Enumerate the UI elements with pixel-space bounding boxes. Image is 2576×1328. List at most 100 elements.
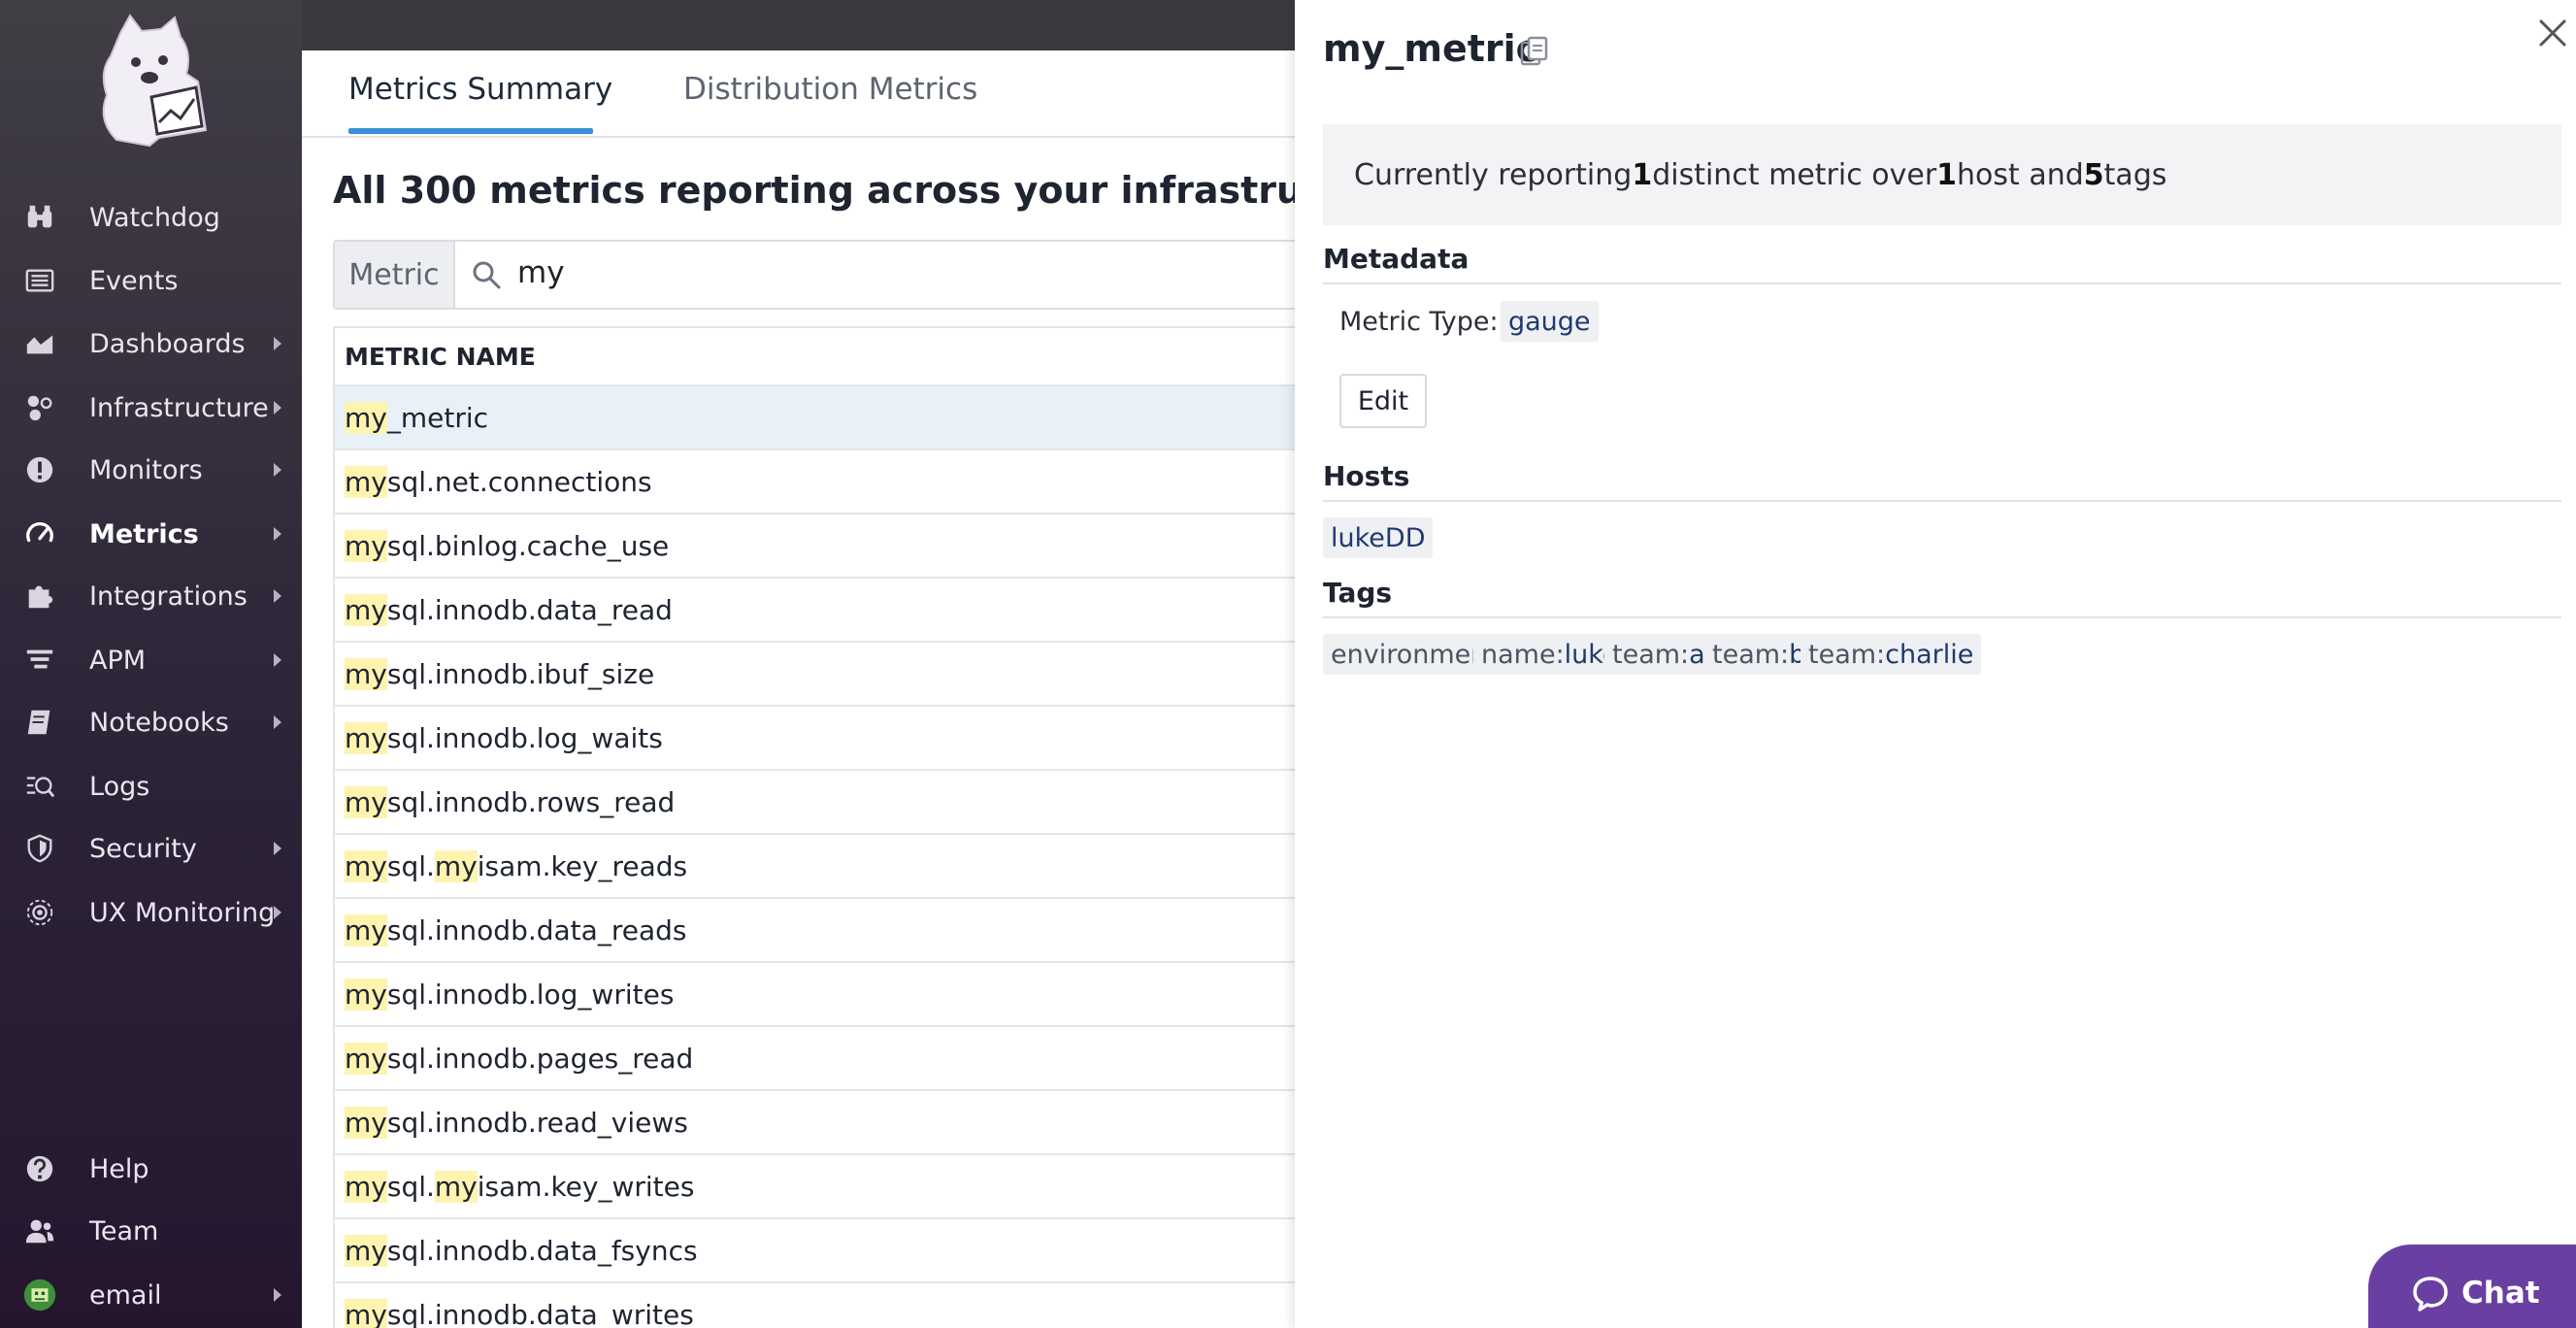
sidebar-item-label: email xyxy=(89,1279,162,1311)
chevron-right-icon xyxy=(274,463,281,477)
sidebar-item-email[interactable]: email xyxy=(0,1268,302,1322)
table-row[interactable]: my sql.innodb.rows_read xyxy=(335,771,1296,835)
copy-icon[interactable] xyxy=(1518,35,1551,68)
sidebar-item-label: Security xyxy=(89,833,197,864)
match-highlight: my xyxy=(345,1042,387,1075)
datadog-logo-icon[interactable] xyxy=(91,14,212,149)
match-highlight: my xyxy=(345,401,387,434)
sidebar-item-notebooks[interactable]: Notebooks xyxy=(0,695,302,749)
tags-divider xyxy=(1323,616,2561,618)
metric-name-text: sql.binlog.cache_use xyxy=(386,529,670,562)
tab-bar: Metrics Summary Distribution Metrics xyxy=(302,50,1296,138)
tab-metrics-summary[interactable]: Metrics Summary xyxy=(348,72,612,107)
tag-key: team: xyxy=(1612,639,1690,670)
team-icon xyxy=(23,1214,56,1247)
area-chart-icon xyxy=(23,327,56,360)
sidebar-item-metrics[interactable]: Metrics xyxy=(0,507,302,561)
metric-search-input[interactable] xyxy=(517,255,1294,290)
chevron-right-icon xyxy=(274,715,281,729)
metric-name-text: sql. xyxy=(386,1170,435,1203)
sidebar-item-label: Monitors xyxy=(89,454,203,485)
metric-name-text: sql. xyxy=(386,849,435,882)
sidebar-item-label: Infrastructure xyxy=(89,392,269,423)
table-row[interactable]: my sql.innodb.pages_read xyxy=(335,1027,1296,1091)
metric-name-text: sql.innodb.data_read xyxy=(386,593,673,626)
apm-bars-icon xyxy=(23,644,56,677)
metric-name-text: sql.innodb.data_reads xyxy=(386,913,687,946)
metric-name-text: sql.innodb.log_waits xyxy=(386,721,663,754)
metadata-section-title: Metadata xyxy=(1323,243,1470,275)
table-row[interactable]: my sql.binlog.cache_use xyxy=(335,515,1296,579)
hexagons-icon xyxy=(23,391,56,424)
metrics-summary-main: Metrics Summary Distribution Metrics All… xyxy=(302,50,1296,1328)
chevron-right-icon xyxy=(274,527,281,541)
search-icon xyxy=(473,261,501,289)
sidebar-item-label: Dashboards xyxy=(89,328,246,359)
sidebar-item-infrastructure[interactable]: Infrastructure xyxy=(0,381,302,435)
edit-metadata-button[interactable]: Edit xyxy=(1339,374,1427,428)
sidebar-item-apm[interactable]: APM xyxy=(0,633,302,687)
match-highlight: my xyxy=(345,1298,387,1328)
gauge-icon xyxy=(23,517,56,550)
metric-name-text: sql.innodb.ibuf_size xyxy=(386,657,655,690)
sidebar-item-integrations[interactable]: Integrations xyxy=(0,569,302,623)
match-highlight: my xyxy=(345,913,387,946)
table-row[interactable]: my sql.innodb.data_fsyncs xyxy=(335,1219,1296,1283)
sidebar-item-logs[interactable]: Logs xyxy=(0,759,302,813)
match-highlight: my xyxy=(345,1106,387,1139)
table-row[interactable]: my sql.innodb.read_views xyxy=(335,1091,1296,1155)
shield-icon xyxy=(23,832,56,865)
logs-icon xyxy=(23,770,56,803)
table-row[interactable]: my _metric xyxy=(335,386,1296,450)
events-list-icon xyxy=(23,264,56,297)
table-row[interactable]: my sql.innodb.log_waits xyxy=(335,707,1296,771)
match-highlight: my xyxy=(345,721,387,754)
ux-radar-icon xyxy=(23,896,56,929)
tag-key: team: xyxy=(1808,639,1886,670)
sidebar-item-label: Integrations xyxy=(89,581,248,612)
chat-button[interactable]: Chat xyxy=(2368,1245,2576,1328)
puzzle-icon xyxy=(23,580,56,613)
sidebar-item-label: Events xyxy=(89,265,179,296)
sidebar-item-help[interactable]: Help xyxy=(0,1142,302,1196)
metadata-divider xyxy=(1323,282,2561,284)
table-row[interactable]: my sql.net.connections xyxy=(335,450,1296,515)
tag-key: name: xyxy=(1481,639,1565,670)
host-tag[interactable]: lukeDD xyxy=(1323,517,1434,558)
table-row[interactable]: my sql.innodb.ibuf_size xyxy=(335,643,1296,707)
tag-chip[interactable]: team: charlie xyxy=(1800,634,1982,675)
sidebar-item-label: APM xyxy=(89,645,147,676)
match-highlight: my xyxy=(345,1234,387,1267)
close-icon[interactable] xyxy=(2533,14,2572,52)
match-highlight: my xyxy=(345,785,387,818)
tab-distribution-metrics[interactable]: Distribution Metrics xyxy=(683,72,977,107)
sidebar-item-team[interactable]: Team xyxy=(0,1204,302,1258)
summary-tag-count: 5 xyxy=(2083,157,2104,192)
column-header-metric-name[interactable]: METRIC NAME xyxy=(335,328,1296,386)
reporting-summary: Currently reporting 1 distinct metric ov… xyxy=(1323,124,2561,225)
chevron-right-icon xyxy=(274,589,281,603)
table-row[interactable]: my sql. my isam.key_writes xyxy=(335,1155,1296,1219)
sidebar-item-monitors[interactable]: Monitors xyxy=(0,443,302,497)
table-row[interactable]: my sql. my isam.key_reads xyxy=(335,835,1296,899)
sidebar-item-ux-monitoring[interactable]: UX Monitoring xyxy=(0,885,302,940)
table-row[interactable]: my sql.innodb.data_reads xyxy=(335,899,1296,963)
metric-name-text: sql.innodb.data_fsyncs xyxy=(386,1234,698,1267)
sidebar-item-label: UX Monitoring xyxy=(89,897,276,928)
summary-text-3: host and xyxy=(1957,157,2084,192)
metric-name-text: sql.innodb.rows_read xyxy=(386,785,676,818)
match-highlight: my xyxy=(345,465,387,498)
table-row[interactable]: my sql.innodb.data_writes xyxy=(335,1283,1296,1328)
hosts-divider xyxy=(1323,500,2561,502)
sidebar-item-dashboards[interactable]: Dashboards xyxy=(0,316,302,371)
sidebar-item-events[interactable]: Events xyxy=(0,253,302,308)
table-row[interactable]: my sql.innodb.log_writes xyxy=(335,963,1296,1027)
page-heading: All 300 metrics reporting across your in… xyxy=(333,169,1296,212)
sidebar-item-security[interactable]: Security xyxy=(0,821,302,876)
chevron-right-icon xyxy=(274,337,281,350)
sidebar-item-watchdog[interactable]: Watchdog xyxy=(0,190,302,245)
match-highlight: my xyxy=(345,657,387,690)
sidebar: Watchdog Events Dashboards Infrastructure Mo… xyxy=(0,0,302,1328)
tag-key: team: xyxy=(1712,639,1790,670)
table-row[interactable]: my sql.innodb.data_read xyxy=(335,579,1296,643)
